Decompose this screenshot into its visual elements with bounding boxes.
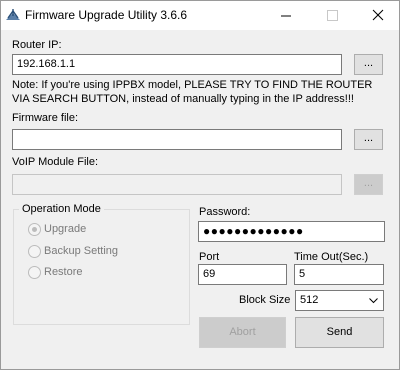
block-size-label: Block Size [239, 294, 291, 306]
firmware-file-label: Firmware file: [12, 112, 79, 124]
router-ip-note: Note: If you're using IPPBX model, PLEAS… [12, 79, 373, 105]
voip-file-input [12, 174, 342, 195]
close-icon[interactable] [355, 1, 400, 30]
app-window: Firmware Upgrade Utility 3.6.6 Router IP… [0, 0, 400, 370]
port-label: Port [199, 251, 220, 263]
radio-label: Upgrade [44, 223, 87, 235]
timeout-input[interactable]: 5 [294, 264, 384, 285]
send-button[interactable]: Send [295, 317, 384, 348]
port-input[interactable]: 69 [198, 264, 287, 285]
radio-circle [28, 223, 41, 236]
minimize-icon[interactable] [263, 1, 309, 30]
radio-circle [28, 245, 41, 258]
voip-browse-button: ... [354, 174, 383, 195]
password-label: Password: [199, 206, 251, 218]
radio-label: Restore [44, 266, 83, 278]
abort-button: Abort [199, 317, 286, 348]
chevron-down-icon [369, 298, 378, 304]
router-ip-input[interactable]: 192.168.1.1 [12, 54, 342, 75]
app-icon [6, 9, 20, 20]
block-size-value: 512 [300, 294, 319, 306]
router-browse-button[interactable]: ... [354, 54, 383, 75]
title-bar: Firmware Upgrade Utility 3.6.6 [1, 1, 399, 30]
firmware-browse-button[interactable]: ... [354, 129, 383, 150]
radio-label: Backup Setting [44, 245, 118, 257]
window-title: Firmware Upgrade Utility 3.6.6 [25, 8, 188, 22]
radio-circle [28, 266, 41, 279]
firmware-file-input[interactable] [12, 129, 342, 150]
password-input[interactable]: ●●●●●●●●●●●●● [198, 221, 385, 242]
timeout-label: Time Out(Sec.) [294, 251, 369, 263]
operation-mode-legend: Operation Mode [19, 203, 104, 215]
voip-file-label: VoIP Module File: [12, 156, 99, 168]
radio-selected-dot [32, 227, 37, 232]
block-size-select[interactable]: 512 [295, 290, 384, 311]
router-ip-label: Router IP: [12, 39, 62, 51]
maximize-icon[interactable] [309, 1, 355, 30]
